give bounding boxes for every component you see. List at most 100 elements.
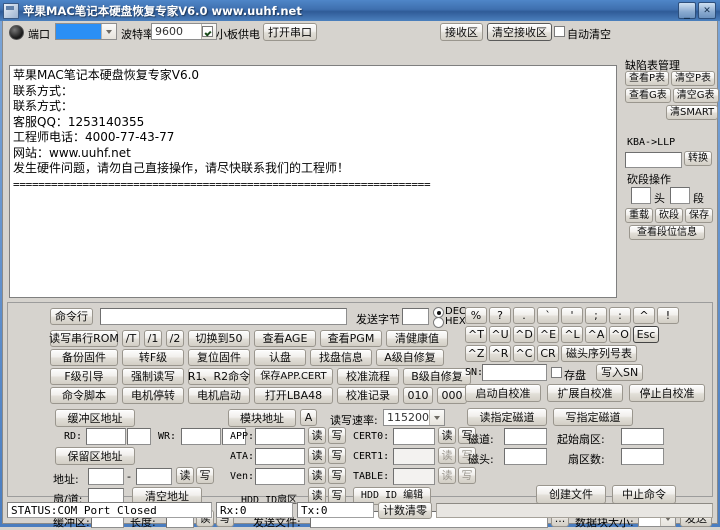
hexkey-ctrl-r[interactable]: ^R bbox=[489, 345, 511, 362]
find-disk-info-button[interactable]: 找盘信息 bbox=[310, 349, 372, 366]
to-f-level-button[interactable]: 转F级 bbox=[122, 349, 184, 366]
view-pgm-button[interactable]: 查看PGM bbox=[320, 330, 382, 347]
head-input[interactable] bbox=[504, 448, 547, 465]
f-level-boot-button[interactable]: F级引导 bbox=[50, 368, 118, 385]
receive-area-button[interactable]: 接收区 bbox=[440, 23, 483, 41]
reset-firmware-button[interactable]: 复位固件 bbox=[188, 349, 250, 366]
hexkey-exclaim[interactable]: ! bbox=[657, 307, 679, 324]
sector-count-input[interactable] bbox=[621, 448, 664, 465]
close-button[interactable]: ✕ bbox=[698, 2, 716, 19]
b-level-self-repair-button[interactable]: B级自修复 bbox=[403, 368, 471, 385]
start-sector-input[interactable] bbox=[621, 428, 664, 445]
code-010-button[interactable]: 010 bbox=[403, 387, 433, 404]
ata-write-button[interactable]: 写 bbox=[328, 447, 346, 464]
ven-write-button[interactable]: 写 bbox=[328, 467, 346, 484]
table-read-button[interactable]: 读 bbox=[438, 467, 456, 484]
address-read-button[interactable]: 读 bbox=[176, 467, 194, 484]
clear-smart-button[interactable]: 清SMART bbox=[666, 105, 719, 120]
hexkey-ctrl-l[interactable]: ^L bbox=[561, 326, 583, 343]
port-select[interactable] bbox=[55, 23, 117, 40]
force-read-write-button[interactable]: 强制读写 bbox=[122, 368, 184, 385]
cert1-input[interactable] bbox=[393, 448, 435, 465]
clear-health-value-button[interactable]: 清健康值 bbox=[386, 330, 448, 347]
cert1-read-button[interactable]: 读 bbox=[438, 447, 456, 464]
ven-read-button[interactable]: 读 bbox=[308, 467, 326, 484]
hex-radio[interactable] bbox=[433, 317, 444, 328]
identify-disk-button[interactable]: 认盘 bbox=[254, 349, 306, 366]
hexkey-ctrl-d[interactable]: ^D bbox=[513, 326, 535, 343]
stop-self-calibration-button[interactable]: 停止自校准 bbox=[629, 384, 705, 402]
write-sn-button[interactable]: 写入SN bbox=[596, 364, 644, 381]
hexkey-cr[interactable]: CR bbox=[537, 345, 559, 362]
sn-input[interactable] bbox=[482, 364, 547, 381]
read-write-serial-rom-button[interactable]: 读写串行ROM bbox=[49, 330, 119, 347]
motor-start-button[interactable]: 电机启动 bbox=[188, 387, 250, 404]
slash-t-button[interactable]: /T bbox=[122, 330, 140, 347]
cert0-read-button[interactable]: 读 bbox=[438, 427, 456, 444]
backup-firmware-button[interactable]: 备份固件 bbox=[50, 349, 118, 366]
receive-textarea[interactable]: 苹果MAC笔记本硬盘恢复专家V6.0 联系方式： 联系方式： 客服QQ：1253… bbox=[9, 65, 617, 298]
start-self-calibration-button[interactable]: 启动自校准 bbox=[465, 384, 541, 402]
hexkey-quote[interactable]: ' bbox=[561, 307, 583, 324]
buffer-address-button[interactable]: 缓冲区地址 bbox=[55, 409, 135, 427]
read-specified-track-button[interactable]: 读指定磁道 bbox=[467, 408, 547, 426]
auto-clear-checkbox[interactable] bbox=[554, 26, 565, 37]
hexkey-ctrl-a[interactable]: ^A bbox=[585, 326, 607, 343]
esc-button[interactable]: Esc bbox=[633, 326, 659, 343]
address-write-button[interactable]: 写 bbox=[196, 467, 214, 484]
hexkey-percent[interactable]: % bbox=[465, 307, 487, 324]
save-button[interactable]: 保存 bbox=[685, 208, 713, 223]
module-a-button[interactable]: A bbox=[300, 409, 317, 426]
module-address-button[interactable]: 模块地址 bbox=[228, 409, 296, 427]
board-power-checkbox[interactable] bbox=[202, 26, 213, 37]
clear-g-table-button[interactable]: 清空G表 bbox=[672, 88, 719, 103]
hexkey-ctrl-u[interactable]: ^U bbox=[489, 326, 511, 343]
track-input[interactable] bbox=[504, 428, 547, 445]
reserved-area-address-button[interactable]: 保留区地址 bbox=[55, 447, 135, 465]
calibration-process-button[interactable]: 校准流程 bbox=[337, 368, 399, 385]
rd-input-1[interactable] bbox=[86, 428, 126, 445]
ata-read-button[interactable]: 读 bbox=[308, 447, 326, 464]
head-serial-table-button[interactable]: 磁头序列号表 bbox=[561, 345, 637, 362]
clear-receive-button[interactable]: 清空接收区 bbox=[487, 23, 552, 41]
command-line-input[interactable] bbox=[100, 308, 347, 325]
calibration-record-button[interactable]: 校准记录 bbox=[337, 387, 399, 404]
open-serial-port-button[interactable]: 打开串口 bbox=[263, 23, 317, 41]
view-age-button[interactable]: 查看AGE bbox=[254, 330, 316, 347]
address-from-input[interactable] bbox=[88, 468, 124, 485]
chevron-down-icon[interactable] bbox=[101, 24, 116, 39]
code-000-button[interactable]: 000 bbox=[437, 387, 467, 404]
ven-input[interactable] bbox=[255, 468, 305, 485]
hexkey-ctrl-c[interactable]: ^C bbox=[513, 345, 535, 362]
command-script-button[interactable]: 命令脚本 bbox=[50, 387, 118, 404]
clear-counter-button[interactable]: 计数清零 bbox=[378, 501, 432, 519]
table-write-button[interactable]: 写 bbox=[458, 467, 476, 484]
hexkey-caret[interactable]: ^ bbox=[633, 307, 655, 324]
wr-input-1[interactable] bbox=[181, 428, 221, 445]
app-write-button[interactable]: 写 bbox=[328, 427, 346, 444]
chevron-down-icon[interactable] bbox=[429, 410, 444, 425]
hexkey-ctrl-t[interactable]: ^T bbox=[465, 326, 487, 343]
app-read-button[interactable]: 读 bbox=[308, 427, 326, 444]
slash-1-button[interactable]: /1 bbox=[144, 330, 162, 347]
hexkey-question[interactable]: ? bbox=[489, 307, 511, 324]
ata-input[interactable] bbox=[255, 448, 305, 465]
hexkey-backtick[interactable]: ` bbox=[537, 307, 559, 324]
read-write-speed-select[interactable]: 115200 bbox=[383, 409, 445, 426]
hexkey-ctrl-e[interactable]: ^E bbox=[537, 326, 559, 343]
table-input[interactable] bbox=[393, 468, 435, 485]
cut-segment-button[interactable]: 砍段 bbox=[655, 208, 683, 223]
reload-button[interactable]: 重载 bbox=[625, 208, 653, 223]
app-input[interactable] bbox=[255, 428, 305, 445]
save-to-disk-checkbox[interactable] bbox=[551, 367, 562, 378]
kba-llp-input[interactable] bbox=[625, 152, 682, 168]
address-to-input[interactable] bbox=[136, 468, 172, 485]
hexkey-ctrl-o[interactable]: ^O bbox=[609, 326, 631, 343]
cut-seg-input[interactable] bbox=[670, 187, 690, 204]
hexkey-dot[interactable]: . bbox=[513, 307, 535, 324]
slash-2-button[interactable]: /2 bbox=[166, 330, 184, 347]
clear-p-table-button[interactable]: 清空P表 bbox=[671, 71, 716, 86]
a-level-self-repair-button[interactable]: A级自修复 bbox=[376, 349, 444, 366]
r1-r2-command-button[interactable]: R1、R2命令 bbox=[188, 368, 250, 385]
write-specified-track-button[interactable]: 写指定磁道 bbox=[553, 408, 633, 426]
